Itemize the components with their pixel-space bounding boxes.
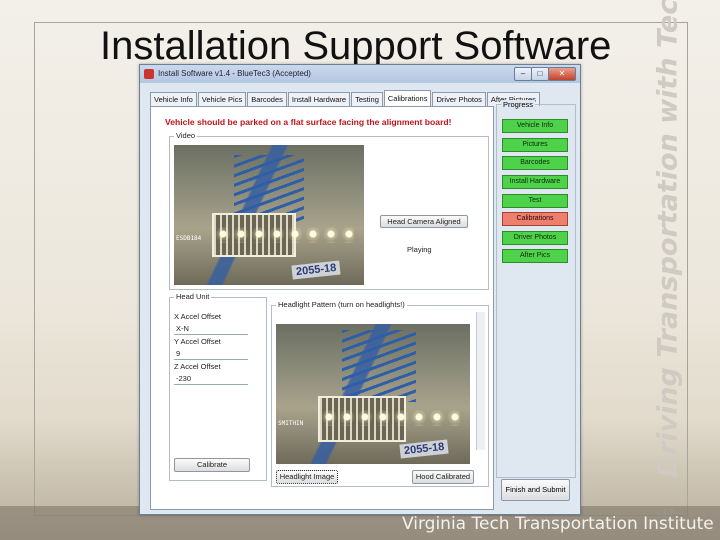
x-accel-field[interactable]: X-N — [174, 323, 248, 335]
page-number: 17 — [662, 508, 675, 520]
tab-driver-photos[interactable]: Driver Photos — [432, 92, 486, 106]
tab-vehicle-pics[interactable]: Vehicle Pics — [197, 92, 247, 106]
headlight-feed: 2055-18 SMITHIN — [276, 324, 470, 464]
headlight-image-button[interactable]: Headlight Image — [276, 470, 338, 484]
y-accel-field[interactable]: 9 — [174, 348, 248, 360]
headlight-group-label: Headlight Pattern (turn on headlights!) — [276, 300, 407, 309]
progress-after-pics[interactable]: After Pics — [502, 249, 568, 263]
head-camera-aligned-button[interactable]: Head Camera Aligned — [380, 215, 468, 228]
app-icon — [144, 69, 154, 79]
video-group: Video 2055-18 ESDB184 Head Camera Aligne… — [169, 131, 489, 290]
progress-vehicle-info[interactable]: Vehicle Info — [502, 119, 568, 133]
head-unit-group: Head Unit X Accel Offset X-N Y Accel Off… — [169, 292, 267, 481]
video-status: Playing — [407, 245, 432, 254]
progress-test[interactable]: Test — [502, 194, 568, 208]
headlight-glow — [214, 227, 354, 243]
finish-and-submit-button[interactable]: Finish and Submit — [501, 479, 570, 501]
progress-label: Progress — [501, 100, 536, 109]
hood-calibrated-button[interactable]: Hood Calibrated — [412, 470, 474, 484]
y-accel-label: Y Accel Offset — [174, 337, 221, 346]
progress-driver-photos[interactable]: Driver Photos — [502, 231, 568, 245]
calibrations-panel: Vehicle should be parked on a flat surfa… — [150, 106, 494, 510]
progress-barcodes[interactable]: Barcodes — [502, 156, 568, 170]
plate-sign: 2055-18 — [399, 439, 449, 459]
progress-pictures[interactable]: Pictures — [502, 138, 568, 152]
headlight-scrollbar[interactable] — [476, 312, 485, 450]
window-title: Install Software v1.4 - BlueTec3 (Accept… — [158, 69, 311, 78]
tab-install-hardware[interactable]: Install Hardware — [287, 92, 351, 106]
window-titlebar[interactable]: Install Software v1.4 - BlueTec3 (Accept… — [140, 65, 580, 83]
calibrate-button[interactable]: Calibrate — [174, 458, 250, 472]
progress-install-hardware[interactable]: Install Hardware — [502, 175, 568, 189]
stair-graphic — [342, 330, 416, 402]
maximize-button[interactable]: □ — [531, 67, 549, 81]
tab-vehicle-info[interactable]: Vehicle Info — [150, 92, 197, 106]
minimize-button[interactable]: – — [514, 67, 532, 81]
video-group-label: Video — [174, 131, 198, 140]
headlight-group: Headlight Pattern (turn on headlights!) … — [271, 300, 489, 487]
video-overlay-text: ESDB184 — [176, 235, 202, 242]
alignment-warning: Vehicle should be parked on a flat surfa… — [165, 117, 452, 127]
app-window: Install Software v1.4 - BlueTec3 (Accept… — [139, 64, 581, 515]
progress-calibrations[interactable]: Calibrations — [502, 212, 568, 226]
head-unit-group-label: Head Unit — [174, 292, 212, 301]
headlight-glow — [320, 410, 460, 426]
tab-bar: Vehicle Info Vehicle Pics Barcodes Insta… — [150, 90, 541, 106]
progress-group: Progress Vehicle Info Pictures Barcodes … — [496, 100, 576, 478]
video-feed: 2055-18 ESDB184 — [174, 145, 364, 285]
plate-sign: 2055-18 — [291, 260, 341, 280]
headlight-overlay-text: SMITHIN — [278, 420, 304, 427]
z-accel-field[interactable]: -230 — [174, 373, 248, 385]
slide-title: Installation Support Software — [100, 24, 612, 68]
tab-testing[interactable]: Testing — [351, 92, 383, 106]
z-accel-label: Z Accel Offset — [174, 362, 221, 371]
x-accel-label: X Accel Offset — [174, 312, 221, 321]
close-button[interactable]: ✕ — [548, 67, 576, 81]
side-slogan: Driving Transportation with Technology — [652, 0, 684, 478]
tab-barcodes[interactable]: Barcodes — [247, 92, 287, 106]
tab-calibrations[interactable]: Calibrations — [383, 90, 432, 106]
